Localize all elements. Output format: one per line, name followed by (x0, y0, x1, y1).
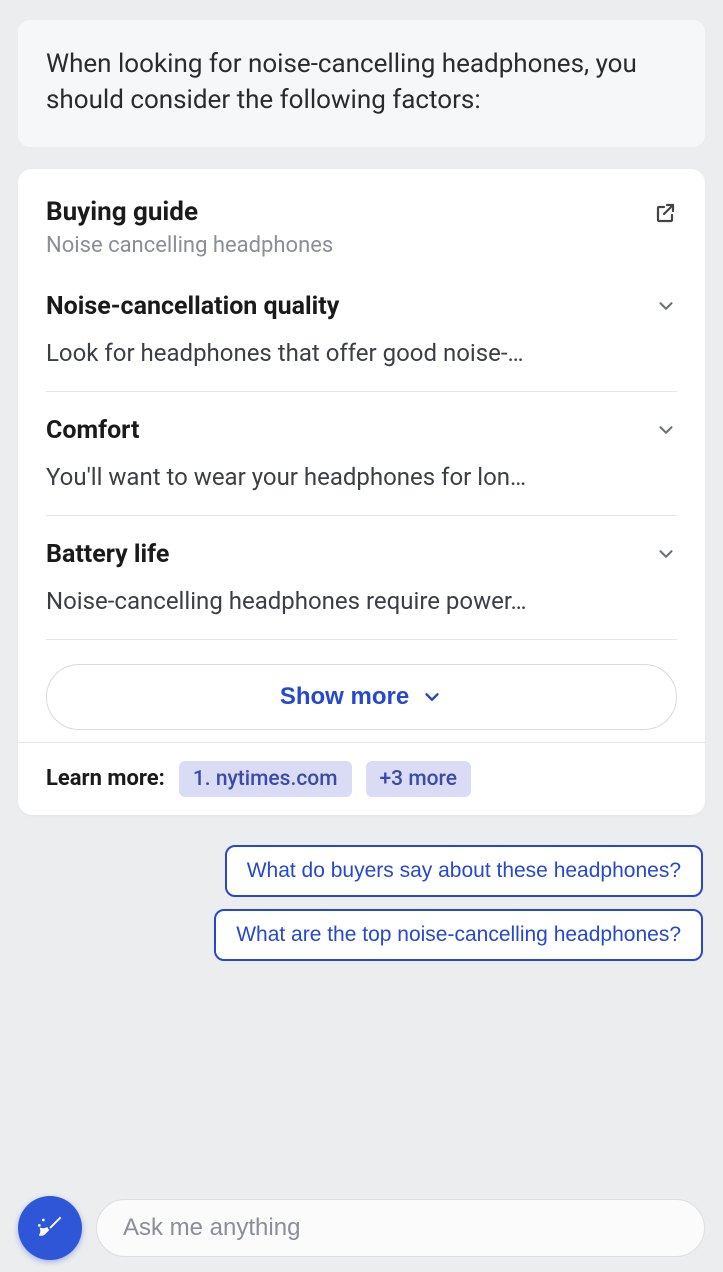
learn-more-row: Learn more: 1. nytimes.com +3 more (18, 742, 705, 797)
open-external-icon[interactable] (653, 201, 677, 225)
guide-section: Noise-cancellation quality Look for head… (46, 292, 677, 392)
suggestion-list: What do buyers say about these headphone… (18, 845, 705, 961)
guide-section-title: Battery life (46, 540, 169, 569)
source-chip-more[interactable]: +3 more (366, 761, 472, 797)
ask-input[interactable] (96, 1199, 705, 1257)
guide-section-body: Look for headphones that offer good nois… (46, 339, 677, 367)
chevron-down-icon (421, 686, 443, 708)
show-more-label: Show more (280, 683, 409, 711)
buying-guide-card: Buying guide Noise cancelling headphones… (18, 169, 705, 815)
guide-section: Battery life Noise-cancelling headphones… (46, 540, 677, 640)
suggestion-pill[interactable]: What are the top noise-cancelling headph… (214, 909, 703, 961)
guide-section-body: Noise-cancelling headphones require powe… (46, 587, 677, 615)
guide-section-header-comfort[interactable]: Comfort (46, 416, 677, 445)
guide-title: Buying guide (46, 197, 198, 227)
input-bar (18, 1196, 705, 1260)
chevron-down-icon (655, 543, 677, 565)
guide-section: Comfort You'll want to wear your headpho… (46, 416, 677, 516)
guide-section-header-noise-cancellation[interactable]: Noise-cancellation quality (46, 292, 677, 321)
guide-section-title: Noise-cancellation quality (46, 292, 339, 321)
chevron-down-icon (655, 419, 677, 441)
guide-section-body: You'll want to wear your headphones for … (46, 463, 677, 491)
assistant-message-card: When looking for noise-cancelling headph… (18, 20, 705, 147)
chevron-down-icon (655, 295, 677, 317)
guide-section-title: Comfort (46, 416, 139, 445)
broom-icon (34, 1212, 66, 1244)
guide-subtitle: Noise cancelling headphones (46, 233, 677, 258)
show-more-button[interactable]: Show more (46, 664, 677, 730)
source-chip-nytimes[interactable]: 1. nytimes.com (179, 761, 352, 797)
assistant-message-text: When looking for noise-cancelling headph… (46, 46, 677, 119)
learn-more-label: Learn more: (46, 766, 165, 791)
new-topic-button[interactable] (18, 1196, 82, 1260)
guide-section-header-battery-life[interactable]: Battery life (46, 540, 677, 569)
suggestion-pill[interactable]: What do buyers say about these headphone… (225, 845, 703, 897)
